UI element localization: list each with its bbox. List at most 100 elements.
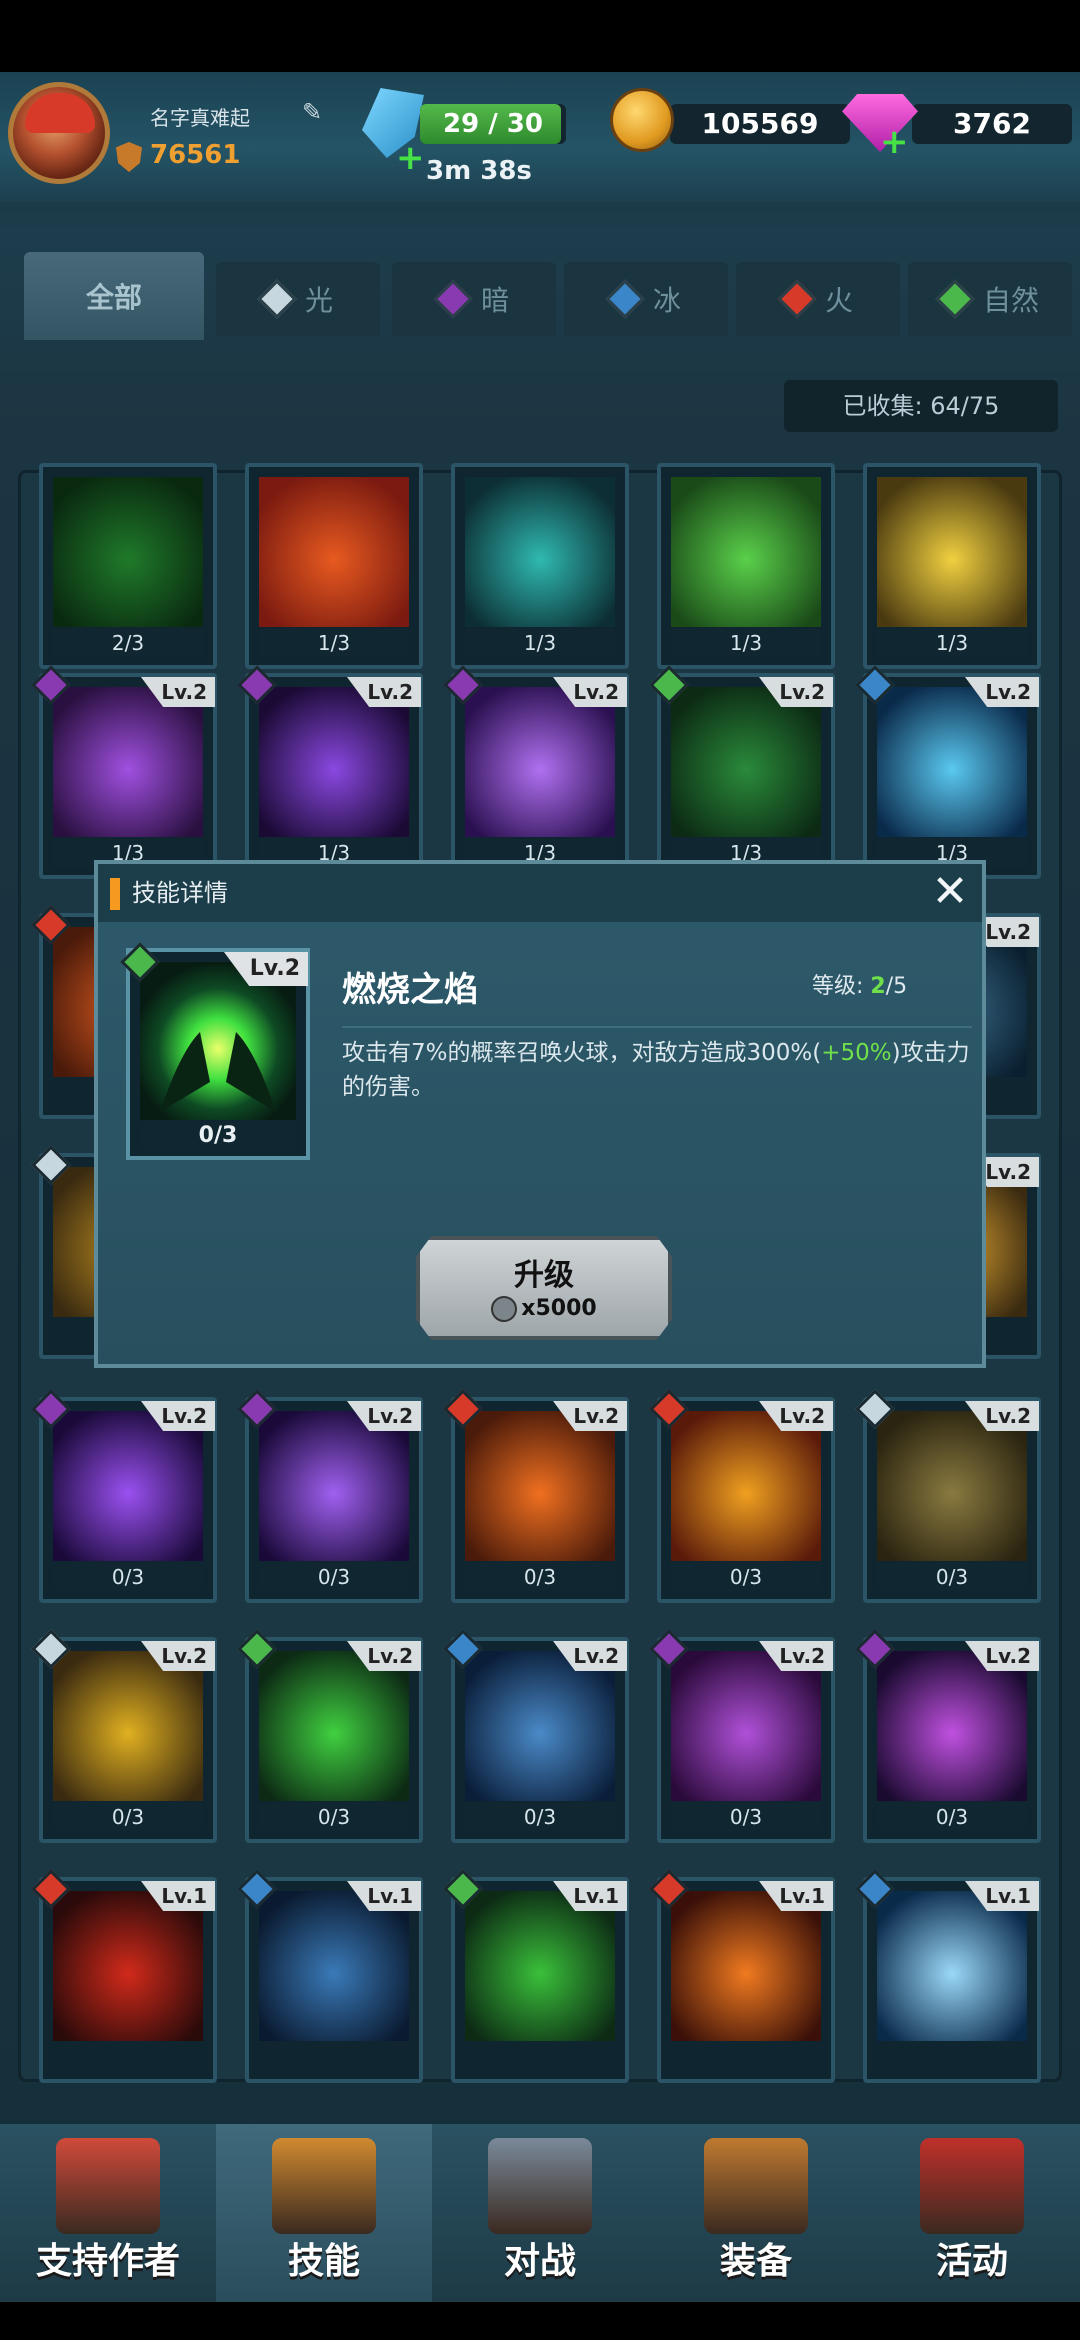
skill-card[interactable]: 1/3 bbox=[245, 463, 423, 669]
nav-event-badge[interactable]: 活动 bbox=[864, 2124, 1080, 2302]
skill-description: 攻击有7%的概率召唤火球，对敌方造成300%(+50%)攻击力的伤害。 bbox=[342, 1036, 972, 1104]
skill-card[interactable]: Lv.2 0/3 bbox=[443, 1389, 629, 1603]
tab-5[interactable]: 自然 bbox=[908, 262, 1072, 336]
collected-counter: 已收集: 64/75 bbox=[784, 380, 1058, 432]
dialog-title: 技能详情 bbox=[132, 879, 228, 907]
divider bbox=[342, 1026, 972, 1028]
card-count: 1/3 bbox=[465, 629, 615, 657]
nav-backpack[interactable]: 装备 bbox=[648, 2124, 864, 2302]
tab-1[interactable]: 光 bbox=[216, 262, 380, 336]
nav-label: 装备 bbox=[719, 2241, 792, 2282]
nav-skill-book[interactable]: 技能 bbox=[216, 2124, 432, 2302]
tab-0[interactable]: 全部 bbox=[24, 252, 204, 340]
skills-screen: 名字真难起 ✎ 76561 29 / 30 + 3m 38s 105569 37… bbox=[0, 0, 1080, 2340]
dialog-header: 技能详情 ✕ bbox=[98, 864, 982, 922]
card-count: 0/3 bbox=[53, 1563, 203, 1591]
skill-art bbox=[465, 1891, 615, 2041]
tab-label: 全部 bbox=[85, 281, 142, 314]
energy-timer: 3m 38s bbox=[426, 156, 532, 186]
tab-label: 火 bbox=[824, 284, 853, 317]
skill-card[interactable]: Lv.2 0/3 bbox=[237, 1629, 423, 1843]
card-count: 0/3 bbox=[671, 1563, 821, 1591]
card-count: 0/3 bbox=[671, 1803, 821, 1831]
skill-card[interactable]: Lv.2 0/3 bbox=[855, 1389, 1041, 1603]
skill-card[interactable]: 1/3 bbox=[451, 463, 629, 669]
skill-art bbox=[671, 1411, 821, 1561]
skill-art bbox=[259, 1411, 409, 1561]
edit-name-icon[interactable]: ✎ bbox=[302, 98, 332, 128]
card-count: 2/3 bbox=[53, 629, 203, 657]
skill-art bbox=[259, 687, 409, 837]
card-count: 0/3 bbox=[877, 1563, 1027, 1591]
skill-art bbox=[259, 1651, 409, 1801]
skill-book-icon bbox=[272, 2138, 376, 2234]
element-tabs: 全部 光 暗 冰 火 自然 bbox=[24, 252, 1072, 340]
skill-detail-dialog: 技能详情 ✕ Lv.2 0/3 燃烧之焰 等级: 2/5 攻击有7%的概率召唤火… bbox=[94, 860, 986, 1368]
add-gems-button[interactable]: + bbox=[880, 122, 909, 162]
nav-crossed-swords[interactable]: 对战 bbox=[432, 2124, 648, 2302]
skill-card[interactable]: Lv.1 bbox=[649, 1869, 835, 2083]
skill-card[interactable]: Lv.2 0/3 bbox=[855, 1629, 1041, 1843]
skill-card[interactable]: Lv.2 0/3 bbox=[443, 1629, 629, 1843]
upgrade-cost: x5000 bbox=[420, 1296, 668, 1322]
desc-part-1: 攻击有7%的概率召唤火球，对敌方造成300%( bbox=[342, 1040, 822, 1066]
skill-card[interactable]: 1/3 bbox=[863, 463, 1041, 669]
nav-shop[interactable]: 支持作者 bbox=[0, 2124, 216, 2302]
skill-level: 等级: 2/5 bbox=[812, 968, 907, 1000]
level-current: 2 bbox=[870, 974, 886, 999]
card-count: 0/3 bbox=[465, 1563, 615, 1591]
skill-card[interactable]: Lv.2 1/3 bbox=[855, 665, 1041, 879]
gem-counter: 3762 bbox=[912, 104, 1072, 144]
skill-card-preview: Lv.2 0/3 bbox=[120, 942, 310, 1160]
skill-card[interactable]: Lv.2 1/3 bbox=[31, 665, 217, 879]
card-count: 0/3 bbox=[877, 1803, 1027, 1831]
skill-card[interactable]: Lv.2 1/3 bbox=[237, 665, 423, 879]
skill-card[interactable]: Lv.1 bbox=[237, 1869, 423, 2083]
coin-icon bbox=[610, 88, 674, 152]
level-label-text: 等级: bbox=[812, 974, 864, 999]
skill-art bbox=[671, 477, 821, 627]
skill-art bbox=[53, 1891, 203, 2041]
tab-4[interactable]: 火 bbox=[736, 262, 900, 336]
silver-coin-icon bbox=[491, 1296, 518, 1322]
card-count: 0/3 bbox=[259, 1803, 409, 1831]
skill-art bbox=[465, 687, 615, 837]
skill-card[interactable]: Lv.2 1/3 bbox=[443, 665, 629, 879]
backpack-icon bbox=[704, 2138, 808, 2234]
gem-value: 3762 bbox=[953, 107, 1031, 140]
level-max: /5 bbox=[885, 974, 908, 999]
close-icon[interactable]: ✕ bbox=[926, 868, 974, 916]
skill-card[interactable]: Lv.2 0/3 bbox=[649, 1629, 835, 1843]
card-count: 1/3 bbox=[259, 629, 409, 657]
card-count: 0/3 bbox=[53, 1803, 203, 1831]
skill-card[interactable]: Lv.1 bbox=[443, 1869, 629, 2083]
skill-art bbox=[465, 477, 615, 627]
skill-card[interactable]: Lv.1 bbox=[31, 1869, 217, 2083]
header-accent-bar bbox=[110, 878, 120, 910]
avatar-hair bbox=[25, 93, 95, 133]
skill-card[interactable]: 1/3 bbox=[657, 463, 835, 669]
nav-label: 支持作者 bbox=[35, 2241, 180, 2282]
add-energy-button[interactable]: + bbox=[396, 138, 425, 178]
skill-card[interactable]: Lv.2 0/3 bbox=[31, 1629, 217, 1843]
upgrade-button[interactable]: 升级 x5000 bbox=[416, 1236, 672, 1340]
skill-art bbox=[671, 1651, 821, 1801]
element-diamond-icon bbox=[605, 279, 645, 319]
skill-card[interactable]: Lv.2 0/3 bbox=[237, 1389, 423, 1603]
skill-art bbox=[53, 687, 203, 837]
energy-value: 29 / 30 bbox=[443, 109, 543, 139]
upgrade-cost-value: x5000 bbox=[521, 1296, 597, 1321]
skill-card[interactable]: 2/3 bbox=[39, 463, 217, 669]
player-avatar[interactable] bbox=[8, 82, 110, 184]
tab-2[interactable]: 暗 bbox=[392, 262, 556, 336]
element-diamond-icon bbox=[257, 279, 297, 319]
nav-label: 对战 bbox=[503, 2241, 576, 2282]
skill-art bbox=[877, 477, 1027, 627]
tab-3[interactable]: 冰 bbox=[564, 262, 728, 336]
skill-card[interactable]: Lv.2 0/3 bbox=[31, 1389, 217, 1603]
skill-card[interactable]: Lv.2 1/3 bbox=[649, 665, 835, 879]
skill-art bbox=[465, 1651, 615, 1801]
energy-bar: 29 / 30 bbox=[420, 104, 566, 144]
skill-card[interactable]: Lv.2 0/3 bbox=[649, 1389, 835, 1603]
skill-card[interactable]: Lv.1 bbox=[855, 1869, 1041, 2083]
